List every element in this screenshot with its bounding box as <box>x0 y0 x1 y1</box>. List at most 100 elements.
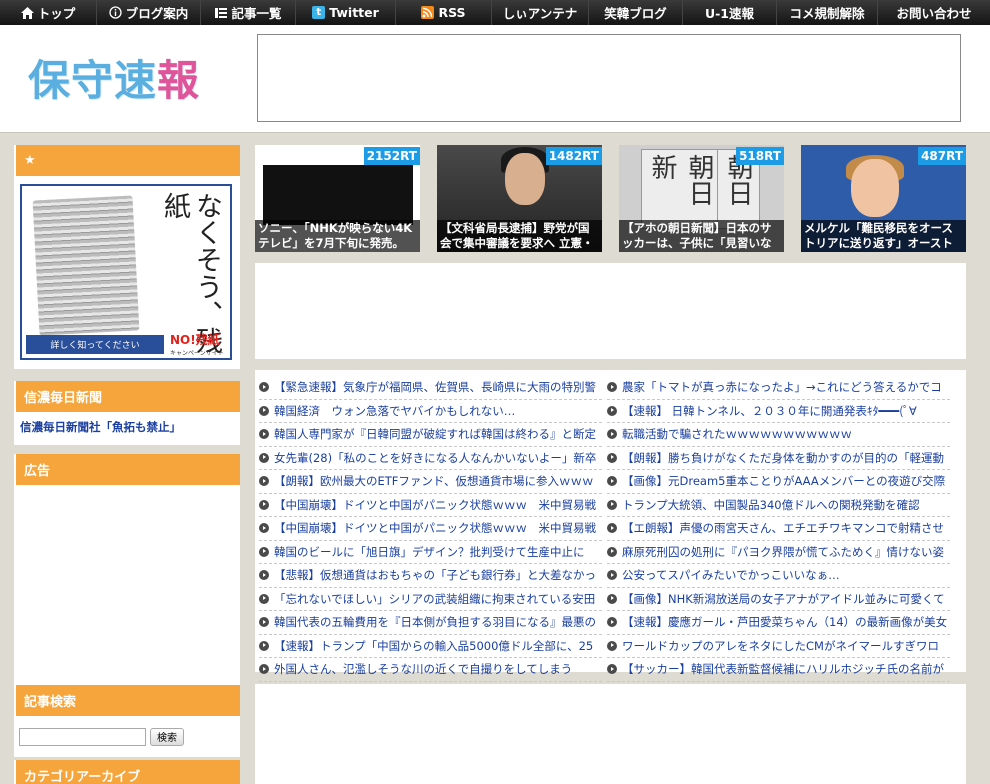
nav-item-comment-unblock[interactable]: コメ規制解除 <box>777 0 878 25</box>
list-item[interactable]: 【悲報】仮想通貨はおもちゃの「子ども銀行券」と大差なかっ <box>259 564 602 588</box>
list-icon <box>214 6 227 19</box>
nav-item-rss[interactable]: RSS <box>396 0 492 25</box>
link-text: 【速報】慶應ガール・芦田愛菜ちゃん（14）の最新画像が美女 <box>622 615 948 630</box>
list-item[interactable]: 【速報】慶應ガール・芦田愛菜ちゃん（14）の最新画像が美女 <box>607 611 950 635</box>
rt-count-badge: 518RT <box>736 147 784 165</box>
list-item[interactable]: 韓国代表の五輪費用を『日本側が負担する羽目になる』最悪の <box>259 611 602 635</box>
list-item[interactable]: 【エ朗報】声優の雨宮天さん、エチエチワキマンコで射精させ <box>607 517 950 541</box>
sidebar: ★ なくそう、残紙 詳しく知ってください NO!残紙 キャンペーンサイト 信濃毎日… <box>14 145 240 784</box>
nav-label: トップ <box>37 6 76 21</box>
twitter-icon: t <box>312 6 326 19</box>
header-ad-slot <box>257 34 961 122</box>
search-button[interactable]: 検索 <box>150 727 184 746</box>
thumb-caption: ソニー、「NHKが映らない4Kテレビ」を7月下旬に発売。43 <box>255 220 420 252</box>
banner-logo: NO!残紙 キャンペーンサイト <box>170 331 230 357</box>
arrow-icon <box>259 593 269 604</box>
list-item[interactable]: 韓国経済 ウォン急落でヤバイかもしれない… <box>259 400 602 423</box>
home-icon <box>20 6 34 19</box>
rt-count-badge: 487RT <box>918 147 966 165</box>
nav-item-twitter[interactable]: t Twitter <box>296 0 396 25</box>
nav-label: RSS <box>438 5 466 20</box>
list-item[interactable]: 【中国崩壊】ドイツと中国がパニック状態ｗｗｗ 米中貿易戦 <box>259 517 602 541</box>
list-item[interactable]: 公安ってスパイみたいでかっこいいなぁ… <box>607 564 950 588</box>
nav-label: U-1速報 <box>704 6 755 21</box>
arrow-icon <box>259 523 269 534</box>
link-text: 「忘れないでほしい」シリアの武装組織に拘束されている安田 <box>274 591 596 606</box>
thumb-card[interactable]: 2152RT ソニー、「NHKが映らない4Kテレビ」を7月下旬に発売。43 <box>255 145 420 252</box>
nav-label: しぃアンテナ <box>502 6 578 21</box>
nav-item-u1[interactable]: U-1速報 <box>683 0 777 25</box>
list-item[interactable]: 農家「トマトが真っ赤になったよ」→これにどう答えるかでコ <box>607 376 950 400</box>
list-item[interactable]: 外国人さん、氾濫しそうな川の近くで自撮りをしてしまう <box>259 658 602 682</box>
link-text: 【画像】元Dream5重本ことりがAAAメンバーとの夜遊び交際 <box>622 474 946 489</box>
arrow-icon <box>607 523 617 534</box>
no-zanshi-banner[interactable]: なくそう、残紙 詳しく知ってください NO!残紙 キャンペーンサイト <box>20 184 232 360</box>
link-column-right: 農家「トマトが真っ赤になったよ」→これにどう答えるかでコ 【速報】 日韓トンネル… <box>607 376 950 682</box>
link-text: 【中国崩壊】ドイツと中国がパニック状態ｗｗｗ 米中貿易戦 <box>274 521 596 536</box>
list-item[interactable]: ワールドカップのアレをネタにしたCMがネイマールすぎワロ <box>607 635 950 658</box>
news-link[interactable]: 信濃毎日新聞社「魚拓も禁止」 <box>14 412 240 442</box>
site-logo[interactable]: 保守速報 <box>28 47 200 108</box>
list-item[interactable]: 麻原死刑囚の処刑に『パヨク界隈が慌てふためく』情けない姿 <box>607 541 950 564</box>
nav-item-shoukan-blog[interactable]: 笑韓ブログ <box>589 0 683 25</box>
list-item[interactable]: 【画像】NHK新潟放送局の女子アナがアイドル並みに可愛くて <box>607 588 950 611</box>
banner-learn-more[interactable]: 詳しく知ってください <box>26 335 164 354</box>
rss-icon <box>421 6 435 19</box>
list-item[interactable]: 【緊急速報】気象庁が福岡県、佐賀県、長崎県に大雨の特別警 <box>259 376 602 400</box>
list-item[interactable]: 「忘れないでほしい」シリアの武装組織に拘束されている安田 <box>259 588 602 611</box>
thumb-card[interactable]: 1482RT 【文科省局長逮捕】野党が国会で集中審議を要求へ 立憲・ <box>437 145 602 252</box>
arrow-icon <box>259 617 269 628</box>
rt-count-badge: 2152RT <box>363 147 420 165</box>
thumb-caption: 【アホの朝日新聞】日本のサッカーは、子供に「見習いなさ <box>619 220 784 252</box>
arrow-icon <box>259 476 269 487</box>
antenna-link-list: 【緊急速報】気象庁が福岡県、佐賀県、長崎県に大雨の特別警 韓国経済 ウォン急落で… <box>255 370 966 682</box>
banner-logo-sub: キャンペーンサイト <box>170 350 224 357</box>
nav-item-antenna[interactable]: しぃアンテナ <box>492 0 589 25</box>
arrow-icon <box>259 546 269 557</box>
top-nav: トップ ブログ案内 記事一覧 t Twitter RSS しぃアンテナ 笑韓ブロ… <box>0 0 990 25</box>
list-item[interactable]: 韓国人専門家が『日韓同盟が破綻すれば韓国は終わる』と断定 <box>259 423 602 447</box>
list-item[interactable]: 【速報】トランプ「中国からの輸入品5000億ドル全部に、25 <box>259 635 602 658</box>
arrow-icon <box>259 405 269 416</box>
nav-item-top[interactable]: トップ <box>0 0 97 25</box>
list-item[interactable]: 【画像】元Dream5重本ことりがAAAメンバーとの夜遊び交際 <box>607 470 950 494</box>
list-item[interactable]: 女先輩(28)「私のことを好きになる人なんかいないよー」新卒 <box>259 447 602 470</box>
thumb-card[interactable]: 487RT メルケル「難民移民をオーストリアに送り返す」オーストリア <box>801 145 966 252</box>
link-text: 【緊急速報】気象庁が福岡県、佐賀県、長崎県に大雨の特別警 <box>274 380 596 395</box>
list-item[interactable]: 【中国崩壊】ドイツと中国がパニック状態ｗｗｗ 米中貿易戦 <box>259 494 602 517</box>
list-item[interactable]: 【サッカー】韓国代表新監督候補にハリルホジッチ氏の名前が <box>607 658 950 682</box>
arrow-icon <box>607 640 617 651</box>
link-text: 転職活動で騙されたｗｗｗｗｗｗｗｗｗｗｗ <box>622 427 852 442</box>
arrow-icon <box>607 476 617 487</box>
list-item[interactable]: 【朗報】欧州最大のETFファンド、仮想通貨市場に参入ｗｗｗ <box>259 470 602 494</box>
nav-item-blog-info[interactable]: ブログ案内 <box>97 0 201 25</box>
sidebar-heading-star: ★ <box>14 145 240 176</box>
search-box: 検索 <box>14 716 240 757</box>
sidebar-heading-ad: 広告 <box>14 454 240 485</box>
arrow-icon <box>259 429 269 440</box>
person-face <box>851 159 899 217</box>
person-face <box>505 153 545 205</box>
list-item[interactable]: 【朗報】勝ち負けがなくただ身体を動かすのが目的の「軽運動 <box>607 447 950 470</box>
list-item[interactable]: 転職活動で騙されたｗｗｗｗｗｗｗｗｗｗｗ <box>607 423 950 447</box>
link-text: ワールドカップのアレをネタにしたCMがネイマールすぎワロ <box>622 638 939 653</box>
nav-item-contact[interactable]: お問い合わせ <box>878 0 990 25</box>
list-item[interactable]: 韓国のビールに「旭日旗」デザイン？批判受けて生産中止に <box>259 541 602 564</box>
link-column-left: 【緊急速報】気象庁が福岡県、佐賀県、長崎県に大雨の特別警 韓国経済 ウォン急落で… <box>259 376 602 682</box>
link-text: 【朗報】欧州最大のETFファンド、仮想通貨市場に参入ｗｗｗ <box>274 474 594 489</box>
link-text: 【中国崩壊】ドイツと中国がパニック状態ｗｗｗ 米中貿易戦 <box>274 497 596 512</box>
arrow-icon <box>259 640 269 651</box>
info-icon <box>109 6 122 19</box>
thumb-caption: 【文科省局長逮捕】野党が国会で集中審議を要求へ 立憲・ <box>437 220 602 252</box>
sidebar-ad-slot <box>14 485 240 685</box>
link-text: 【エ朗報】声優の雨宮天さん、エチエチワキマンコで射精させ <box>622 521 944 536</box>
thumb-card[interactable]: 朝日新 朝日 518RT 【アホの朝日新聞】日本のサッカーは、子供に「見習いなさ <box>619 145 784 252</box>
search-input[interactable] <box>19 727 146 746</box>
nav-label: ブログ案内 <box>125 6 189 21</box>
nav-item-article-list[interactable]: 記事一覧 <box>201 0 296 25</box>
newspaper-stack-image <box>32 195 140 336</box>
list-item[interactable]: トランプ大統領、中国製品340億ドルへの関税発動を確認 <box>607 494 950 517</box>
list-item[interactable]: 【速報】 日韓トンネル、２０３０年に開通発表ｷﾀ━━━(ﾟ∀ <box>607 400 950 423</box>
